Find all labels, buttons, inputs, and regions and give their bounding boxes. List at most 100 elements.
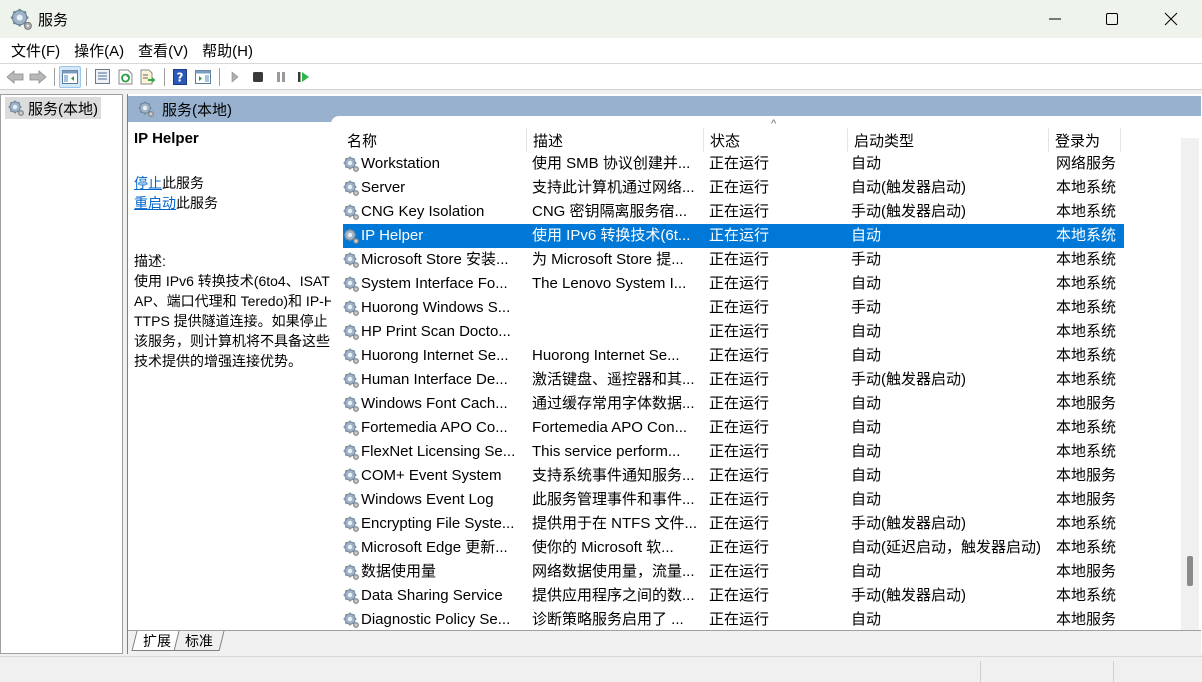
toolbar-separator: [54, 67, 55, 86]
stop-service-link[interactable]: 停止: [134, 175, 162, 191]
service-row[interactable]: IP Helper 使用 IPv6 转换技术(6t... 正在运行 自动 本地系统: [343, 224, 1124, 248]
scrollbar-thumb[interactable]: [1187, 556, 1193, 586]
minimize-icon: [1049, 18, 1061, 20]
service-status: 正在运行: [709, 251, 770, 268]
service-row[interactable]: Workstation 使用 SMB 协议创建并... 正在运行 自动 网络服务: [343, 152, 1124, 176]
service-status: 正在运行: [709, 323, 770, 340]
show-hide-action-pane-button[interactable]: [192, 66, 214, 88]
stop-service-suffix: 此服务: [162, 175, 204, 191]
service-log-on-as: 本地系统: [1056, 227, 1117, 244]
service-startup-type: 自动(延迟启动，触发器启动): [851, 539, 1041, 556]
service-startup-type: 自动(触发器启动): [851, 179, 966, 196]
properties-button[interactable]: [91, 66, 113, 88]
column-header-description[interactable]: 描述: [527, 128, 704, 152]
menu-file[interactable]: 文件(F): [4, 40, 67, 61]
service-startup-type: 手动(触发器启动): [851, 371, 966, 388]
service-log-on-as: 本地系统: [1056, 371, 1117, 388]
menu-action[interactable]: 操作(A): [67, 40, 131, 61]
service-description-cell: 通过缓存常用字体数据...: [532, 395, 695, 412]
pause-service-button[interactable]: [270, 66, 292, 88]
service-row[interactable]: 数据使用量 网络数据使用量，流量... 正在运行 自动 本地服务: [343, 560, 1124, 584]
service-description-cell: 使用 SMB 协议创建并...: [532, 155, 691, 172]
stop-service-button[interactable]: [247, 66, 269, 88]
service-status: 正在运行: [709, 155, 770, 172]
service-row[interactable]: FlexNet Licensing Se... This service perf…: [343, 440, 1124, 464]
services-gear-icon: [8, 100, 24, 116]
service-row[interactable]: Human Interface De... 激活键盘、遥控器和其... 正在运行 手动…: [343, 368, 1124, 392]
service-startup-type: 自动: [851, 467, 882, 484]
service-row[interactable]: System Interface Fo... The Lenovo System …: [343, 272, 1124, 296]
service-row[interactable]: Windows Event Log 此服务管理事件和事件... 正在运行 自动 本地服务: [343, 488, 1124, 512]
service-row[interactable]: Huorong Internet Se... Huorong Internet S…: [343, 344, 1124, 368]
service-status: 正在运行: [709, 491, 770, 508]
restart-service-action: 重启动此服务: [134, 193, 325, 213]
resume-service-button[interactable]: [293, 66, 315, 88]
service-description-cell: The Lenovo System I...: [532, 275, 687, 292]
service-row[interactable]: Encrypting File Syste... 提供用于在 NTFS 文件...…: [343, 512, 1124, 536]
service-log-on-as: 本地系统: [1056, 347, 1117, 364]
service-gear-icon: [343, 348, 359, 364]
service-row[interactable]: Diagnostic Policy Se... 诊断策略服务启用了 ... 正在运行…: [343, 608, 1124, 630]
service-name: COM+ Event System: [361, 467, 502, 484]
service-row[interactable]: Server 支持此计算机通过网络... 正在运行 自动(触发器启动) 本地系统: [343, 176, 1124, 200]
service-name: Workstation: [361, 155, 440, 172]
tree-item-label: 服务(本地): [28, 100, 98, 118]
content-pane: 服务(本地) IP Helper 停止此服务 重启动此服务 描述: 使用 IPv…: [127, 94, 1202, 654]
menu-help[interactable]: 帮助(H): [195, 40, 260, 61]
service-row[interactable]: Fortemedia APO Co... Fortemedia APO Con..…: [343, 416, 1124, 440]
vertical-scrollbar[interactable]: [1181, 138, 1199, 630]
service-log-on-as: 本地系统: [1056, 515, 1117, 532]
back-button[interactable]: [4, 66, 26, 88]
service-log-on-as: 本地系统: [1056, 275, 1117, 292]
service-description-cell: 提供应用程序之间的数...: [532, 587, 695, 604]
column-header-log-on-as[interactable]: 登录为: [1049, 128, 1121, 152]
service-description-cell: Huorong Internet Se...: [532, 347, 680, 364]
service-gear-icon: [343, 180, 359, 196]
service-gear-icon: [343, 420, 359, 436]
export-list-button[interactable]: [137, 66, 159, 88]
show-hide-console-tree-button[interactable]: [59, 65, 81, 88]
close-button[interactable]: [1142, 0, 1200, 38]
service-row[interactable]: Microsoft Store 安装... 为 Microsoft Store 提…: [343, 248, 1124, 272]
service-name: Microsoft Edge 更新...: [361, 539, 508, 556]
service-row[interactable]: Huorong Windows S... 正在运行 手动 本地系统: [343, 296, 1124, 320]
column-header-row: 名称 描述 状态 ^ 启动类型 登录为: [331, 116, 1181, 152]
service-startup-type: 自动: [851, 491, 882, 508]
service-name: IP Helper: [361, 227, 424, 244]
sort-ascending-icon: ^: [771, 118, 777, 130]
service-row[interactable]: Microsoft Edge 更新... 使你的 Microsoft 软... 正在…: [343, 536, 1124, 560]
service-startup-type: 自动: [851, 443, 882, 460]
start-service-button[interactable]: [224, 66, 246, 88]
service-row[interactable]: Windows Font Cach... 通过缓存常用字体数据... 正在运行 自动 本…: [343, 392, 1124, 416]
restart-service-link[interactable]: 重启动: [134, 195, 176, 211]
service-startup-type: 自动: [851, 227, 882, 244]
help-button[interactable]: ?: [169, 66, 191, 88]
column-header-startup-type[interactable]: 启动类型: [848, 128, 1049, 152]
service-description-cell: [532, 296, 700, 320]
service-log-on-as: 本地系统: [1056, 179, 1117, 196]
column-header-status[interactable]: 状态: [704, 128, 848, 152]
service-row[interactable]: HP Print Scan Docto... 正在运行 自动 本地系统: [343, 320, 1124, 344]
service-row[interactable]: Data Sharing Service 提供应用程序之间的数... 正在运行 手动(…: [343, 584, 1124, 608]
column-header-name[interactable]: 名称: [341, 128, 527, 152]
console-tree-icon: [62, 69, 78, 84]
menu-view[interactable]: 查看(V): [131, 40, 195, 61]
service-row[interactable]: COM+ Event System 支持系统事件通知服务... 正在运行 自动 本地服务: [343, 464, 1124, 488]
action-pane-icon: [195, 69, 211, 84]
service-description-cell: 诊断策略服务启用了 ...: [532, 611, 684, 628]
service-name: Data Sharing Service: [361, 587, 503, 604]
service-name: Diagnostic Policy Se...: [361, 611, 511, 628]
title-bar: 服务: [0, 0, 1202, 38]
properties-icon: [94, 69, 110, 84]
tree-item-services-local[interactable]: 服务(本地): [5, 97, 101, 119]
forward-button[interactable]: [27, 66, 49, 88]
refresh-button[interactable]: [114, 66, 136, 88]
service-startup-type: 自动: [851, 563, 882, 580]
minimize-button[interactable]: [1026, 0, 1084, 38]
services-gear-icon: [10, 8, 32, 30]
service-gear-icon: [343, 444, 359, 460]
service-row[interactable]: CNG Key Isolation CNG 密钥隔离服务宿... 正在运行 手动(触发…: [343, 200, 1124, 224]
status-bar: [0, 656, 1202, 682]
maximize-button[interactable]: [1083, 0, 1141, 38]
tab-standard[interactable]: 标准: [173, 631, 225, 651]
